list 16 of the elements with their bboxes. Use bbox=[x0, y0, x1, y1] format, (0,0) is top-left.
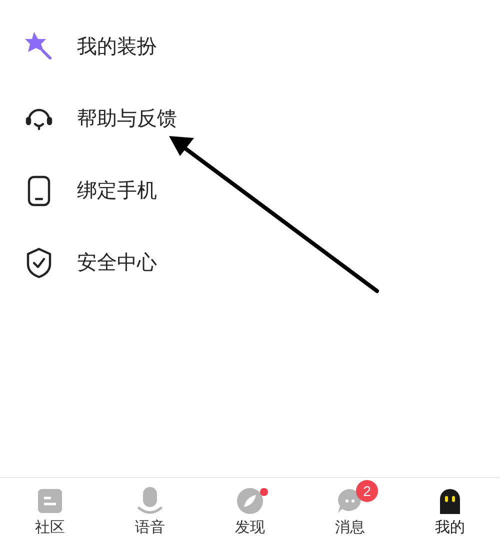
menu-item[interactable]: 安全中心 bbox=[77, 248, 157, 278]
microphone-icon bbox=[137, 486, 163, 516]
shield-check-icon bbox=[25, 247, 53, 279]
phone-icon bbox=[26, 175, 52, 207]
compass-icon bbox=[236, 487, 264, 515]
tab[interactable]: 语音 bbox=[100, 478, 200, 541]
menu-item[interactable]: 帮助与反馈 bbox=[77, 104, 177, 134]
tab[interactable]: 发现 bbox=[200, 478, 300, 541]
tab[interactable]: 2 消息 bbox=[300, 478, 400, 541]
avatar-icon bbox=[437, 486, 463, 516]
unread-badge: 2 bbox=[356, 480, 378, 502]
tab[interactable]: 社区 bbox=[0, 478, 100, 541]
tab[interactable]: 我的 bbox=[400, 478, 500, 541]
menu-item[interactable]: 绑定手机 bbox=[77, 176, 157, 206]
menu-item[interactable]: 我的装扮 bbox=[77, 32, 157, 62]
document-icon bbox=[37, 488, 63, 514]
